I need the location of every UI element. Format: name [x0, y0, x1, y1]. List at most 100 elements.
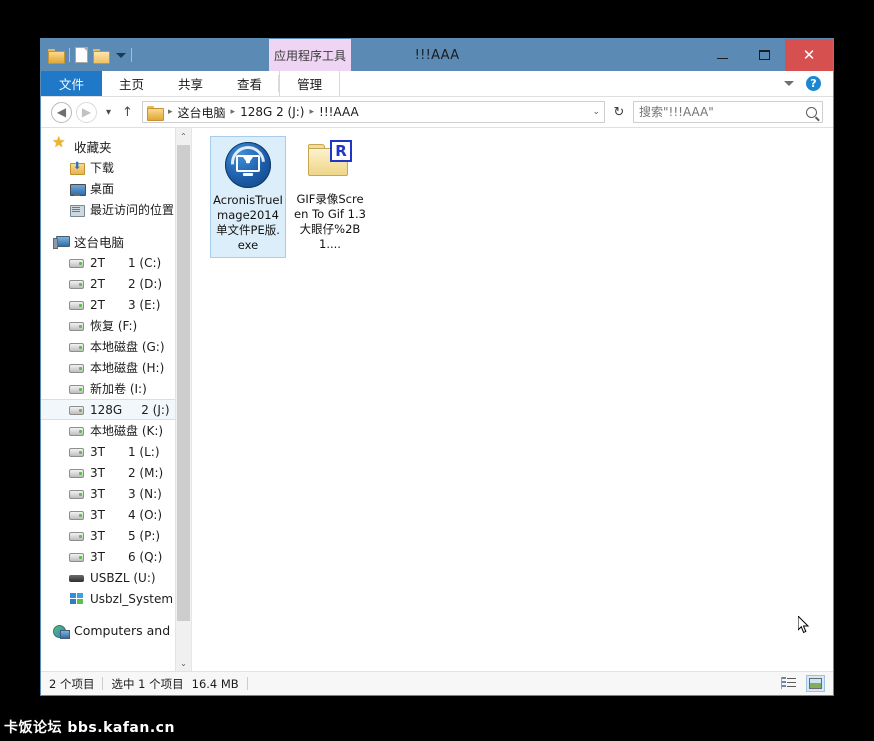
tab-file[interactable]: 文件 — [41, 71, 103, 96]
sidebar-item-drive-i[interactable]: 新加卷 (I:) — [41, 378, 191, 399]
qat-dropdown-icon[interactable] — [116, 52, 126, 58]
sidebar-item-desktop-label: 桌面 — [90, 182, 115, 196]
sidebar-group-this-pc-label: 这台电脑 — [74, 235, 125, 250]
details-view-button[interactable] — [779, 675, 798, 692]
sidebar-item-desktop[interactable]: 桌面 — [41, 178, 191, 199]
sidebar-item-drive-o-letter: 4 (O:) — [127, 507, 163, 522]
sidebar-item-drive-o[interactable]: 3T 4 (O:) — [41, 504, 191, 525]
breadcrumb-item-drive[interactable]: 128G 2 (J:) — [240, 105, 304, 119]
help-icon[interactable]: ? — [806, 76, 821, 91]
sidebar-item-drive-d[interactable]: 2T 2 (D:) — [41, 273, 191, 294]
watermark-text: 卡饭论坛 bbs.kafan.cn — [4, 720, 175, 736]
sidebar-item-drive-u[interactable]: USBZL (U:) — [41, 567, 191, 588]
search-input[interactable] — [639, 105, 806, 119]
sidebar-item-drive-i-label: 新加卷 (I:) — [90, 382, 147, 396]
maximize-icon — [758, 50, 770, 60]
explorer-folder-icon[interactable] — [48, 48, 65, 64]
tab-share[interactable]: 共享 — [161, 71, 220, 96]
drive-icon — [69, 489, 84, 499]
new-folder-icon[interactable] — [93, 48, 110, 64]
back-button[interactable]: ◀ — [51, 101, 72, 123]
breadcrumb-folder-icon — [147, 105, 164, 121]
back-icon: ◀ — [56, 105, 67, 119]
sidebar-item-drive-k[interactable]: 本地磁盘 (K:) — [41, 420, 191, 441]
sidebar-item-drive-f[interactable]: 恢复 (F:) — [41, 315, 191, 336]
quick-access-toolbar[interactable] — [41, 47, 132, 64]
window-controls: ✕ — [701, 39, 833, 71]
tab-manage[interactable]: 管理 — [279, 71, 341, 96]
sidebar-item-drive-g[interactable]: 本地磁盘 (G:) — [41, 336, 191, 357]
tab-view-label: 查看 — [237, 77, 263, 92]
breadcrumb-item-this-pc[interactable]: 这台电脑 — [178, 104, 226, 121]
sidebar-item-drive-h[interactable]: 本地磁盘 (H:) — [41, 357, 191, 378]
up-button[interactable]: ↑ — [120, 105, 135, 120]
sidebar-group-this-pc[interactable]: 这台电脑 — [41, 231, 191, 252]
close-icon: ✕ — [802, 45, 816, 64]
drive-icon — [69, 468, 84, 478]
sidebar-item-drive-p-label: 3T — [90, 528, 105, 543]
drive-icon — [69, 258, 84, 268]
drive-icon — [69, 531, 84, 541]
sidebar-group-favorites[interactable]: 收藏夹 — [41, 135, 191, 157]
tab-share-label: 共享 — [178, 77, 204, 92]
sidebar-item-drive-c-letter: 1 (C:) — [127, 255, 162, 270]
recent-locations-button[interactable]: ▾ — [101, 107, 116, 118]
search-box[interactable] — [633, 101, 823, 123]
view-mode-buttons — [779, 675, 825, 692]
tab-view[interactable]: 查看 — [220, 71, 280, 96]
search-icon[interactable] — [806, 106, 817, 118]
sidebar-item-drive-q[interactable]: 3T 6 (Q:) — [41, 546, 191, 567]
scroll-down-button[interactable]: ⌄ — [176, 655, 191, 671]
sidebar-item-drive-c[interactable]: 2T 1 (C:) — [41, 252, 191, 273]
file-item-acronis[interactable]: AcronisTrueImage2014单文件PE版.exe — [210, 136, 286, 258]
sidebar-item-drive-n[interactable]: 3T 3 (N:) — [41, 483, 191, 504]
address-bar-row: ◀ ▶ ▾ ↑ ▸ 这台电脑 ▸ 128G 2 (J:) ▸ !!!AAA ⌄ — [41, 97, 833, 127]
sidebar-item-drive-j[interactable]: 128G 2 (J:) — [41, 399, 191, 420]
large-icons-view-button[interactable] — [806, 675, 825, 692]
sidebar-item-drive-m[interactable]: 3T 2 (M:) — [41, 462, 191, 483]
sidebar-group-network[interactable]: Computers and D — [41, 620, 191, 641]
address-breadcrumb-box[interactable]: ▸ 这台电脑 ▸ 128G 2 (J:) ▸ !!!AAA ⌄ — [142, 101, 605, 123]
navigation-tree: 收藏夹 下载 桌面 最近访问的位置 — [41, 128, 191, 641]
address-dropdown-icon[interactable]: ⌄ — [586, 107, 600, 117]
sidebar-scrollbar[interactable]: ⌃ ⌄ — [175, 128, 191, 671]
refresh-button[interactable]: ↻ — [609, 105, 629, 120]
sidebar-item-downloads[interactable]: 下载 — [41, 157, 191, 178]
drive-icon — [69, 405, 84, 415]
minimize-button[interactable] — [701, 39, 743, 71]
sidebar-item-drive-d-letter: 2 (D:) — [127, 276, 163, 291]
drive-icon — [69, 363, 84, 373]
file-list-pane[interactable]: AcronisTrueImage2014单文件PE版.exe R GIF录像Sc… — [191, 128, 833, 671]
chevron-up-icon: ⌃ — [180, 131, 187, 141]
maximize-button[interactable] — [743, 39, 785, 71]
scrollbar-thumb[interactable] — [177, 145, 190, 621]
file-item-gif-folder-label: GIF录像Screen To Gif 1.3大眼仔%2B1.... — [294, 192, 366, 251]
drive-icon — [69, 552, 84, 562]
up-arrow-icon: ↑ — [122, 104, 133, 120]
title-bar: 应用程序工具 !!!AAA ✕ — [41, 39, 833, 71]
screen: 应用程序工具 !!!AAA ✕ 文件 主页 共享 查看 管理 ? ◀ ▶ ▾ ↑… — [0, 0, 874, 741]
sidebar-item-drive-l-letter: 1 (L:) — [127, 444, 160, 459]
forward-button[interactable]: ▶ — [76, 101, 97, 123]
sidebar-item-drive-l[interactable]: 3T 1 (L:) — [41, 441, 191, 462]
sidebar-item-drive-x[interactable]: Usbzl_System (X — [41, 588, 191, 609]
scroll-up-button[interactable]: ⌃ — [176, 128, 191, 144]
breadcrumb-item-folder[interactable]: !!!AAA — [319, 105, 359, 119]
acronis-true-image-icon — [224, 139, 272, 189]
sidebar-item-drive-e[interactable]: 2T 3 (E:) — [41, 294, 191, 315]
contextual-tab-header: 应用程序工具 — [269, 39, 351, 71]
sidebar-item-drive-p[interactable]: 3T 5 (P:) — [41, 525, 191, 546]
refresh-icon: ↻ — [613, 104, 625, 120]
new-document-icon[interactable] — [75, 47, 88, 63]
sidebar-item-drive-o-label: 3T — [90, 507, 105, 522]
close-button[interactable]: ✕ — [785, 39, 833, 71]
file-item-gif-folder[interactable]: R GIF录像Screen To Gif 1.3大眼仔%2B1.... — [292, 136, 368, 258]
sidebar-item-drive-d-label: 2T — [90, 276, 105, 291]
chevron-down-icon[interactable] — [784, 81, 794, 86]
sidebar-item-recent-places[interactable]: 最近访问的位置 — [41, 199, 191, 220]
computer-icon — [53, 234, 70, 250]
tab-home[interactable]: 主页 — [102, 71, 161, 96]
sidebar-item-drive-c-label: 2T — [90, 255, 105, 270]
folder-with-r-badge-icon: R — [306, 140, 354, 188]
status-divider — [102, 677, 104, 690]
